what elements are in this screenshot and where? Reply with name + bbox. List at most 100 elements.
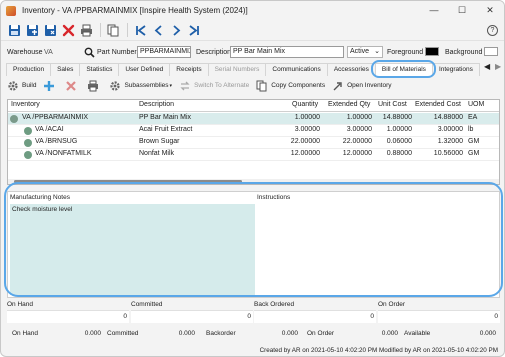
gear-icon bbox=[7, 80, 19, 92]
print-bom-button[interactable] bbox=[87, 77, 102, 94]
column-header-extended-cost[interactable]: Extended Cost bbox=[415, 101, 461, 108]
tab-accessories[interactable]: Accessories bbox=[326, 63, 376, 76]
toolbar-separator bbox=[127, 23, 128, 37]
back-ordered-label: Back Ordered bbox=[254, 301, 295, 308]
column-header-uom[interactable]: UOM bbox=[468, 101, 484, 108]
copy-components-label: Copy Components bbox=[271, 82, 326, 89]
cell-extended-cost: 1.32000 bbox=[437, 138, 463, 145]
cell-unit-cost: 14.88000 bbox=[382, 114, 412, 121]
tab-statistics[interactable]: Statistics bbox=[79, 63, 120, 76]
warehouse-value: VA bbox=[44, 48, 53, 56]
committed-label: Committed bbox=[131, 301, 163, 308]
component-node-icon bbox=[24, 151, 32, 159]
expand-node-icon[interactable] bbox=[10, 115, 18, 123]
column-header-description[interactable]: Description bbox=[139, 101, 174, 108]
build-button[interactable]: Build bbox=[7, 77, 36, 94]
build-label: Build bbox=[22, 82, 37, 89]
table-row[interactable]: VA /BRNSUG Brown Sugar 22.00000 22.00000… bbox=[8, 137, 499, 149]
open-inventory-label: Open Inventory bbox=[347, 82, 392, 89]
column-header-extended-qty[interactable]: Extended Qty bbox=[328, 101, 370, 108]
tab-sales[interactable]: Sales bbox=[50, 63, 81, 76]
remove-component-button[interactable] bbox=[65, 77, 80, 94]
save-close-icon[interactable] bbox=[42, 22, 58, 38]
delete-icon[interactable] bbox=[60, 22, 76, 38]
open-inventory-icon bbox=[332, 80, 344, 92]
column-header-unit-cost[interactable]: Unit Cost bbox=[378, 101, 407, 108]
table-row[interactable]: VA /PPBARMAINMIX PP Bar Main Mix 1.00000… bbox=[8, 113, 499, 125]
cell-extended-qty: 3.00000 bbox=[346, 126, 372, 133]
chevron-down-icon: ▾ bbox=[169, 82, 173, 89]
cell-unit-cost: 0.06000 bbox=[386, 138, 412, 145]
save-as-icon[interactable] bbox=[24, 22, 40, 38]
on-hand-label: On Hand bbox=[7, 301, 34, 308]
maximize-button[interactable]: ☐ bbox=[453, 3, 471, 17]
cell-uom: lb bbox=[468, 126, 474, 133]
tab-communications[interactable]: Communications bbox=[265, 63, 328, 76]
warehouse-label: Warehouse bbox=[7, 48, 43, 56]
switch-icon bbox=[179, 80, 191, 92]
cell-uom: GM bbox=[468, 150, 480, 157]
cell-description: Acai Fruit Extract bbox=[139, 126, 193, 133]
minimize-button[interactable]: — bbox=[425, 3, 443, 17]
available-value-2: 0.000 bbox=[479, 330, 496, 337]
part-number-field[interactable]: PPBARMAINMIX bbox=[137, 46, 191, 58]
tab-production[interactable]: Production bbox=[6, 63, 52, 76]
add-component-button[interactable] bbox=[43, 77, 58, 94]
close-button[interactable]: ✕ bbox=[481, 3, 499, 17]
part-number-search-icon[interactable] bbox=[84, 45, 95, 59]
cell-extended-qty: 12.00000 bbox=[342, 150, 372, 157]
column-header-quantity[interactable]: Quantity bbox=[292, 101, 318, 108]
cell-description: PP Bar Main Mix bbox=[139, 114, 191, 121]
previous-record-icon[interactable] bbox=[150, 22, 166, 38]
foreground-color-swatch[interactable] bbox=[425, 47, 439, 56]
created-by-text: Created by AR on 2021-05-10 4:02:20 PM bbox=[259, 347, 378, 354]
cell-extended-cost: 3.00000 bbox=[437, 126, 463, 133]
next-record-icon[interactable] bbox=[168, 22, 184, 38]
tab-scroll-right-icon[interactable]: ▶ bbox=[495, 62, 501, 71]
on-hand-label-2: On Hand bbox=[12, 330, 39, 337]
window-title: Inventory - VA /PPBARMAINMIX [Inspire He… bbox=[22, 6, 248, 15]
column-header-inventory[interactable]: Inventory bbox=[11, 101, 40, 108]
back-ordered-value: 0 bbox=[254, 310, 376, 323]
modified-by-text: Modified by AR on 2021-05-10 4:02:20 PM bbox=[378, 347, 498, 354]
on-order-value: 0 bbox=[378, 310, 500, 323]
toolbar-separator bbox=[100, 23, 101, 37]
status-value: Active bbox=[350, 48, 370, 55]
cell-extended-qty: 1.00000 bbox=[346, 114, 372, 121]
backorder-label-2: Backorder bbox=[206, 330, 236, 337]
background-color-swatch[interactable] bbox=[484, 47, 498, 56]
delete-icon bbox=[65, 80, 77, 92]
part-number-label: Part Number bbox=[97, 48, 137, 56]
tab-integrations[interactable]: Integrations bbox=[431, 63, 480, 76]
grid-header: Inventory Description Quantity Extended … bbox=[8, 100, 499, 112]
table-row[interactable]: VA /NONFATMILK Nonfat Milk 12.00000 12.0… bbox=[8, 149, 499, 161]
copy-icon[interactable] bbox=[105, 22, 121, 38]
cell-uom: GM bbox=[468, 138, 480, 145]
last-record-icon[interactable] bbox=[186, 22, 202, 38]
table-row[interactable]: VA /ACAI Acai Fruit Extract 3.00000 3.00… bbox=[8, 125, 499, 137]
on-order-value-2: 0.000 bbox=[381, 330, 398, 337]
chevron-down-icon: ⌄ bbox=[374, 48, 380, 55]
cell-extended-qty: 22.00000 bbox=[342, 138, 372, 145]
first-record-icon[interactable] bbox=[132, 22, 148, 38]
save-icon[interactable] bbox=[6, 22, 22, 38]
status-select[interactable]: Active ⌄ bbox=[347, 46, 383, 58]
print-icon[interactable] bbox=[78, 22, 94, 38]
component-node-icon bbox=[24, 127, 32, 135]
copy-components-button[interactable]: Copy Components bbox=[256, 77, 325, 94]
component-node-icon bbox=[24, 139, 32, 147]
cell-description: Nonfat Milk bbox=[139, 150, 175, 157]
plus-icon bbox=[43, 80, 55, 92]
tab-receipts[interactable]: Receipts bbox=[169, 63, 209, 76]
tab-user-defined[interactable]: User Defined bbox=[118, 63, 171, 76]
copy-icon bbox=[256, 80, 268, 92]
open-inventory-button[interactable]: Open Inventory bbox=[332, 77, 392, 94]
subassemblies-button[interactable]: Subassemblies ▾ bbox=[109, 77, 172, 94]
tab-serial-numbers[interactable]: Serial Numbers bbox=[207, 63, 267, 76]
gear-icon bbox=[109, 80, 121, 92]
description-field[interactable]: PP Bar Main Mix bbox=[230, 46, 344, 58]
cell-description: Brown Sugar bbox=[139, 138, 180, 145]
switch-to-alternate-button[interactable]: Switch To Alternate bbox=[179, 77, 249, 94]
help-icon[interactable]: ? bbox=[487, 25, 498, 36]
tab-scroll-left-icon[interactable]: ◀ bbox=[484, 62, 490, 71]
